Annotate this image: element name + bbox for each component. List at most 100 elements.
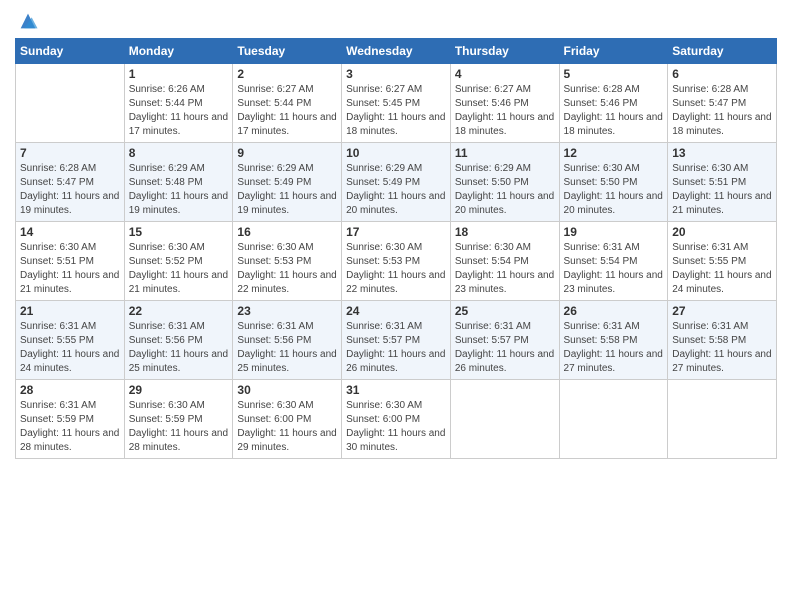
calendar-week-row: 14 Sunrise: 6:30 AM Sunset: 5:51 PM Dayli…	[16, 222, 777, 301]
calendar-cell: 17 Sunrise: 6:30 AM Sunset: 5:53 PM Dayli…	[342, 222, 451, 301]
calendar-cell: 20 Sunrise: 6:31 AM Sunset: 5:55 PM Dayli…	[668, 222, 777, 301]
day-info: Sunrise: 6:28 AM Sunset: 5:47 PM Dayligh…	[672, 83, 772, 139]
calendar-cell: 15Sunrise: 6:30 AM Sunset: 5:52 PM Dayli…	[124, 222, 233, 301]
day-number: 10	[346, 146, 446, 160]
day-info: Sunrise: 6:27 AM Sunset: 5:44 PM Dayligh…	[237, 83, 337, 139]
day-info: Sunrise: 6:31 AM Sunset: 5:59 PM Dayligh…	[20, 399, 120, 455]
day-info: Sunrise: 6:29 AM Sunset: 5:48 PM Dayligh…	[129, 162, 229, 218]
day-info: Sunrise: 6:29 AM Sunset: 5:49 PM Dayligh…	[346, 162, 446, 218]
page-header	[15, 10, 777, 30]
day-number: 9	[237, 146, 337, 160]
day-info: Sunrise: 6:27 AM Sunset: 5:46 PM Dayligh…	[455, 83, 555, 139]
day-info: Sunrise: 6:30 AM Sunset: 5:51 PM Dayligh…	[20, 241, 120, 297]
calendar-cell: 25 Sunrise: 6:31 AM Sunset: 5:57 PM Dayli…	[450, 301, 559, 380]
day-info: Sunrise: 6:30 AM Sunset: 5:54 PM Dayligh…	[455, 241, 555, 297]
day-number: 14	[20, 225, 120, 239]
calendar-cell: 22Sunrise: 6:31 AM Sunset: 5:56 PM Dayli…	[124, 301, 233, 380]
calendar-cell	[559, 380, 668, 459]
calendar-cell: 26 Sunrise: 6:31 AM Sunset: 5:58 PM Dayli…	[559, 301, 668, 380]
calendar-cell	[668, 380, 777, 459]
day-info: Sunrise: 6:28 AM Sunset: 5:47 PM Dayligh…	[20, 162, 120, 218]
day-number: 2	[237, 67, 337, 81]
calendar-cell: 23Sunrise: 6:31 AM Sunset: 5:56 PM Dayli…	[233, 301, 342, 380]
day-number: 7	[20, 146, 120, 160]
weekday-header: Friday	[559, 39, 668, 64]
calendar-cell: 6 Sunrise: 6:28 AM Sunset: 5:47 PM Daylig…	[668, 64, 777, 143]
calendar-week-row: 28 Sunrise: 6:31 AM Sunset: 5:59 PM Dayli…	[16, 380, 777, 459]
day-info: Sunrise: 6:29 AM Sunset: 5:49 PM Dayligh…	[237, 162, 337, 218]
weekday-header: Saturday	[668, 39, 777, 64]
calendar-cell: 5 Sunrise: 6:28 AM Sunset: 5:46 PM Daylig…	[559, 64, 668, 143]
day-number: 25	[455, 304, 555, 318]
calendar-cell: 7 Sunrise: 6:28 AM Sunset: 5:47 PM Daylig…	[16, 143, 125, 222]
day-number: 21	[20, 304, 120, 318]
calendar-cell: 12 Sunrise: 6:30 AM Sunset: 5:50 PM Dayli…	[559, 143, 668, 222]
calendar-cell: 10 Sunrise: 6:29 AM Sunset: 5:49 PM Dayli…	[342, 143, 451, 222]
calendar-cell: 19 Sunrise: 6:31 AM Sunset: 5:54 PM Dayli…	[559, 222, 668, 301]
day-info: Sunrise: 6:30 AM Sunset: 5:50 PM Dayligh…	[564, 162, 664, 218]
calendar-cell: 4Sunrise: 6:27 AM Sunset: 5:46 PM Daylig…	[450, 64, 559, 143]
day-info: Sunrise: 6:31 AM Sunset: 5:58 PM Dayligh…	[564, 320, 664, 376]
calendar-cell: 8 Sunrise: 6:29 AM Sunset: 5:48 PM Daylig…	[124, 143, 233, 222]
weekday-header: Wednesday	[342, 39, 451, 64]
calendar-cell: 14 Sunrise: 6:30 AM Sunset: 5:51 PM Dayli…	[16, 222, 125, 301]
day-number: 13	[672, 146, 772, 160]
day-number: 27	[672, 304, 772, 318]
calendar-cell: 24 Sunrise: 6:31 AM Sunset: 5:57 PM Dayli…	[342, 301, 451, 380]
weekday-header: Monday	[124, 39, 233, 64]
day-number: 30	[237, 383, 337, 397]
day-number: 19	[564, 225, 664, 239]
day-number: 22	[129, 304, 229, 318]
day-info: Sunrise: 6:30 AM Sunset: 6:00 PM Dayligh…	[346, 399, 446, 455]
calendar-cell: 18 Sunrise: 6:30 AM Sunset: 5:54 PM Dayli…	[450, 222, 559, 301]
day-number: 28	[20, 383, 120, 397]
day-info: Sunrise: 6:30 AM Sunset: 5:51 PM Dayligh…	[672, 162, 772, 218]
calendar-cell: 1 Sunrise: 6:26 AM Sunset: 5:44 PM Daylig…	[124, 64, 233, 143]
day-number: 18	[455, 225, 555, 239]
weekday-header: Sunday	[16, 39, 125, 64]
calendar-cell	[450, 380, 559, 459]
calendar-cell: 28 Sunrise: 6:31 AM Sunset: 5:59 PM Dayli…	[16, 380, 125, 459]
weekday-header: Tuesday	[233, 39, 342, 64]
day-info: Sunrise: 6:29 AM Sunset: 5:50 PM Dayligh…	[455, 162, 555, 218]
day-number: 1	[129, 67, 229, 81]
weekday-header: Thursday	[450, 39, 559, 64]
calendar-week-row: 1 Sunrise: 6:26 AM Sunset: 5:44 PM Daylig…	[16, 64, 777, 143]
day-number: 6	[672, 67, 772, 81]
calendar-cell: 27 Sunrise: 6:31 AM Sunset: 5:58 PM Dayli…	[668, 301, 777, 380]
calendar-cell: 9 Sunrise: 6:29 AM Sunset: 5:49 PM Daylig…	[233, 143, 342, 222]
day-number: 12	[564, 146, 664, 160]
day-info: Sunrise: 6:26 AM Sunset: 5:44 PM Dayligh…	[129, 83, 229, 139]
calendar-week-row: 21Sunrise: 6:31 AM Sunset: 5:55 PM Dayli…	[16, 301, 777, 380]
calendar-cell: 11Sunrise: 6:29 AM Sunset: 5:50 PM Dayli…	[450, 143, 559, 222]
day-number: 31	[346, 383, 446, 397]
day-number: 16	[237, 225, 337, 239]
day-info: Sunrise: 6:28 AM Sunset: 5:46 PM Dayligh…	[564, 83, 664, 139]
day-info: Sunrise: 6:30 AM Sunset: 5:53 PM Dayligh…	[346, 241, 446, 297]
day-number: 17	[346, 225, 446, 239]
calendar-cell: 31 Sunrise: 6:30 AM Sunset: 6:00 PM Dayli…	[342, 380, 451, 459]
day-info: Sunrise: 6:31 AM Sunset: 5:54 PM Dayligh…	[564, 241, 664, 297]
day-number: 5	[564, 67, 664, 81]
day-info: Sunrise: 6:27 AM Sunset: 5:45 PM Dayligh…	[346, 83, 446, 139]
header-row: SundayMondayTuesdayWednesdayThursdayFrid…	[16, 39, 777, 64]
day-info: Sunrise: 6:31 AM Sunset: 5:57 PM Dayligh…	[346, 320, 446, 376]
day-info: Sunrise: 6:31 AM Sunset: 5:56 PM Dayligh…	[237, 320, 337, 376]
calendar-cell: 2 Sunrise: 6:27 AM Sunset: 5:44 PM Daylig…	[233, 64, 342, 143]
calendar-table: SundayMondayTuesdayWednesdayThursdayFrid…	[15, 38, 777, 459]
day-info: Sunrise: 6:31 AM Sunset: 5:57 PM Dayligh…	[455, 320, 555, 376]
calendar-cell: 21Sunrise: 6:31 AM Sunset: 5:55 PM Dayli…	[16, 301, 125, 380]
day-info: Sunrise: 6:30 AM Sunset: 6:00 PM Dayligh…	[237, 399, 337, 455]
calendar-cell	[16, 64, 125, 143]
day-number: 8	[129, 146, 229, 160]
day-number: 20	[672, 225, 772, 239]
calendar-cell: 13 Sunrise: 6:30 AM Sunset: 5:51 PM Dayli…	[668, 143, 777, 222]
day-number: 26	[564, 304, 664, 318]
day-info: Sunrise: 6:30 AM Sunset: 5:59 PM Dayligh…	[129, 399, 229, 455]
logo	[15, 10, 39, 30]
day-info: Sunrise: 6:31 AM Sunset: 5:55 PM Dayligh…	[672, 241, 772, 297]
calendar-cell: 16Sunrise: 6:30 AM Sunset: 5:53 PM Dayli…	[233, 222, 342, 301]
day-info: Sunrise: 6:31 AM Sunset: 5:58 PM Dayligh…	[672, 320, 772, 376]
logo-icon	[17, 10, 39, 32]
day-number: 24	[346, 304, 446, 318]
